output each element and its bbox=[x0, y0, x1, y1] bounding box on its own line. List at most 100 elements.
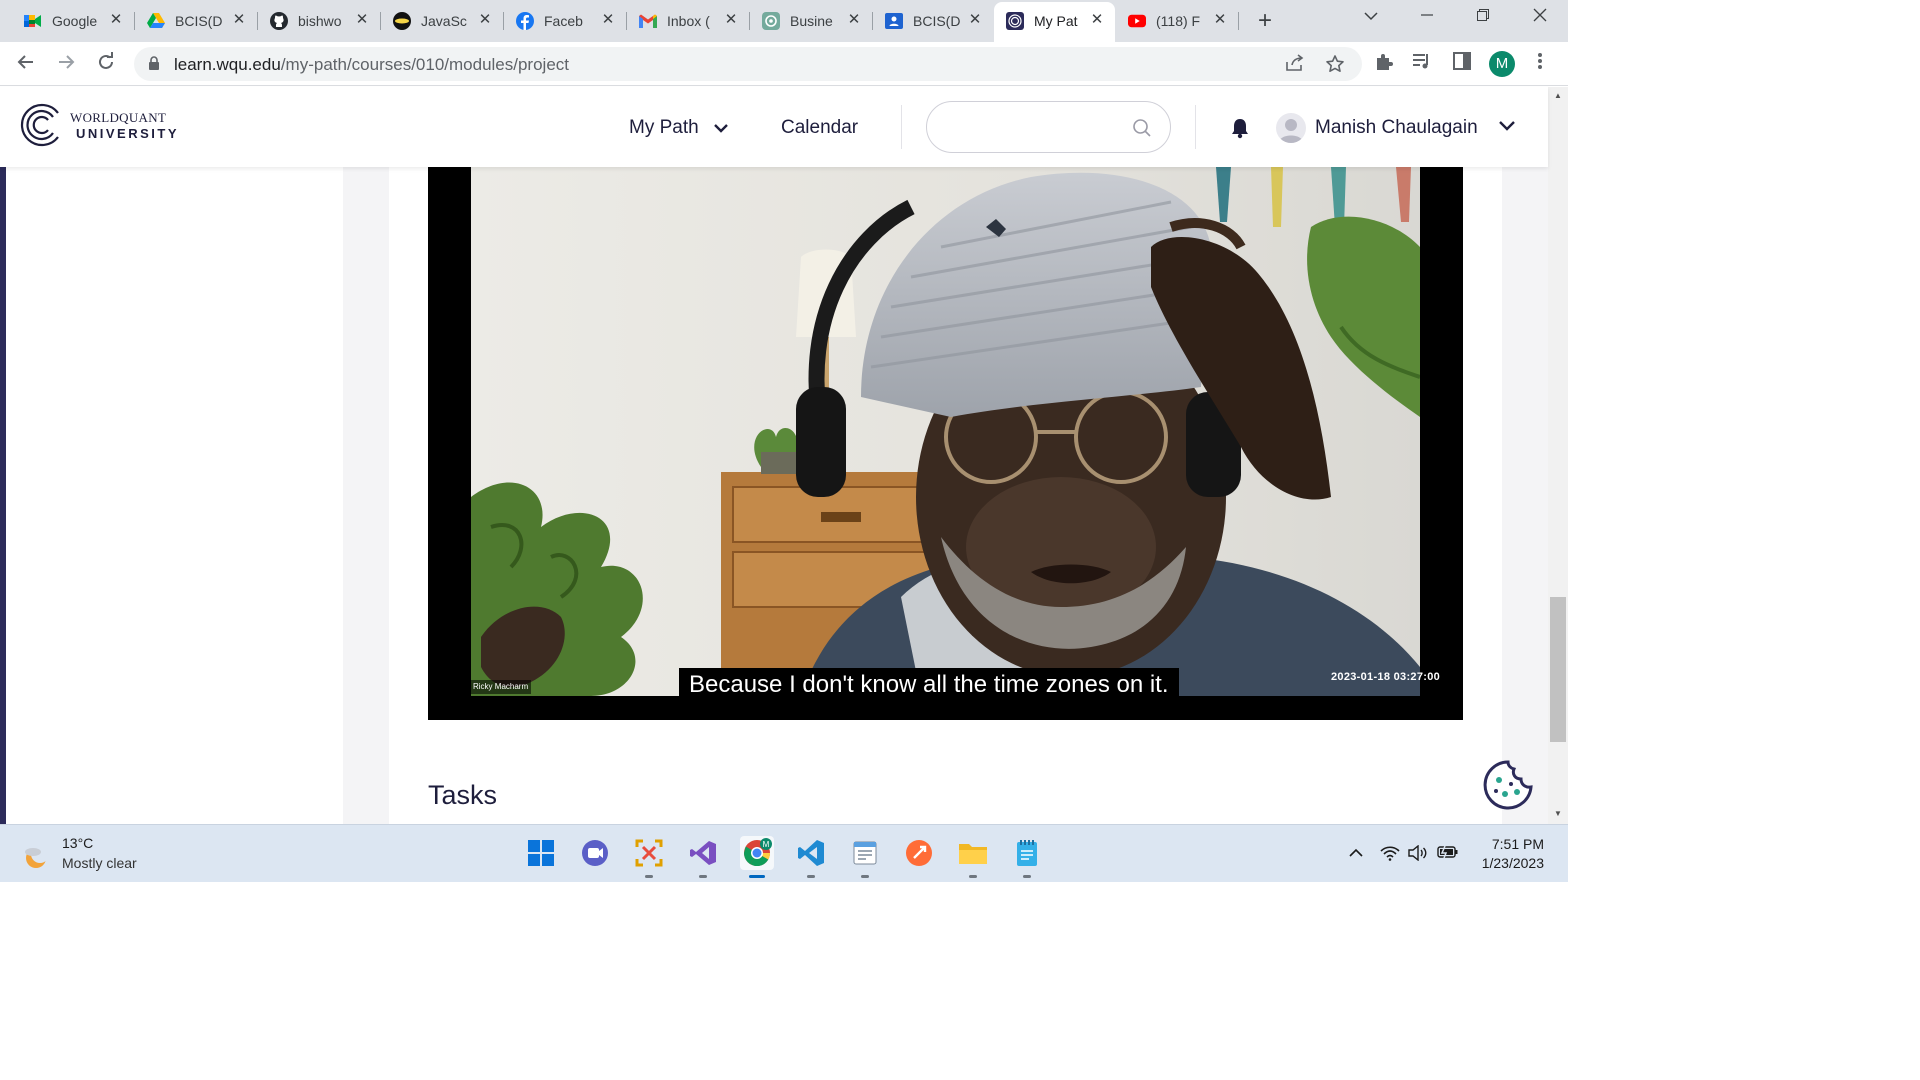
url-path: /my-path/courses/010/modules/project bbox=[280, 55, 570, 74]
tab-google-classroom[interactable]: BCIS(D ✕ bbox=[873, 6, 993, 36]
javascript-site-icon bbox=[393, 12, 411, 30]
tab-gmail[interactable]: Inbox ( ✕ bbox=[627, 6, 749, 36]
running-indicator bbox=[969, 875, 977, 878]
browser-toolbar: learn.wqu.edu/my-path/courses/010/module… bbox=[0, 42, 1568, 86]
scroll-down-arrow-icon[interactable]: ▼ bbox=[1553, 809, 1563, 818]
notepad-app-icon[interactable] bbox=[848, 836, 882, 878]
tab-title: My Pat bbox=[1034, 13, 1078, 29]
tab-separator bbox=[1238, 12, 1239, 30]
share-icon[interactable] bbox=[1284, 54, 1306, 76]
tab-javascript[interactable]: JavaSc ✕ bbox=[381, 6, 503, 36]
close-tab-icon[interactable]: ✕ bbox=[723, 12, 739, 28]
tab-my-path-active[interactable]: My Pat ✕ bbox=[994, 2, 1115, 42]
logo-line2: UNIVERSITY bbox=[76, 125, 180, 141]
google-drive-icon bbox=[147, 12, 165, 30]
tab-facebook[interactable]: Faceb ✕ bbox=[504, 6, 626, 36]
notepad-icon[interactable] bbox=[1010, 836, 1044, 878]
lock-icon[interactable] bbox=[148, 56, 160, 76]
running-indicator bbox=[1023, 875, 1031, 878]
windows-start-icon[interactable] bbox=[524, 836, 558, 870]
user-menu-chevron-icon[interactable] bbox=[1498, 119, 1516, 137]
back-button[interactable] bbox=[14, 52, 38, 76]
teams-chat-icon[interactable] bbox=[578, 836, 612, 870]
close-tab-icon[interactable]: ✕ bbox=[354, 12, 370, 28]
running-indicator bbox=[861, 875, 869, 878]
tab-title: Faceb bbox=[544, 13, 583, 29]
user-avatar[interactable] bbox=[1276, 113, 1306, 143]
scrollbar-thumb[interactable] bbox=[1550, 597, 1566, 742]
tab-github[interactable]: bishwo ✕ bbox=[258, 6, 380, 36]
close-tab-icon[interactable]: ✕ bbox=[967, 12, 983, 28]
tab-chatgpt[interactable]: Busine ✕ bbox=[750, 6, 872, 36]
close-tab-icon[interactable]: ✕ bbox=[1089, 12, 1105, 28]
video-player[interactable] bbox=[428, 167, 1463, 720]
restore-button[interactable] bbox=[1471, 8, 1495, 26]
nav-calendar[interactable]: Calendar bbox=[781, 117, 858, 139]
tab-search-chevron-icon[interactable] bbox=[1359, 8, 1383, 26]
close-tab-icon[interactable]: ✕ bbox=[846, 12, 862, 28]
show-hidden-icons-icon[interactable] bbox=[1346, 845, 1366, 865]
site-search-input[interactable] bbox=[945, 116, 1125, 140]
wifi-icon[interactable] bbox=[1380, 845, 1400, 865]
gmail-icon bbox=[639, 12, 657, 30]
svg-text:M: M bbox=[763, 840, 770, 849]
forward-button[interactable] bbox=[54, 52, 78, 76]
browser-profile-avatar[interactable]: M bbox=[1489, 51, 1515, 77]
vscode-icon[interactable] bbox=[794, 836, 828, 878]
new-tab-button[interactable]: + bbox=[1253, 9, 1277, 33]
tab-title: BCIS(D bbox=[175, 13, 223, 29]
url-text[interactable]: learn.wqu.edu/my-path/courses/010/module… bbox=[174, 55, 569, 75]
close-tab-icon[interactable]: ✕ bbox=[1212, 12, 1228, 28]
extensions-icon[interactable] bbox=[1372, 52, 1396, 76]
visual-studio-icon[interactable] bbox=[686, 836, 720, 878]
google-classroom-icon bbox=[885, 12, 903, 30]
video-still-image bbox=[471, 167, 1420, 696]
bookmark-star-icon[interactable] bbox=[1324, 54, 1346, 76]
video-timestamp: 2023-01-18 03:27:00 bbox=[1331, 671, 1441, 683]
tab-title: Inbox ( bbox=[667, 13, 710, 29]
active-indicator bbox=[749, 875, 765, 878]
site-search-box[interactable] bbox=[926, 101, 1171, 153]
github-icon bbox=[270, 12, 288, 30]
taskbar-clock[interactable]: 7:51 PM 1/23/2023 bbox=[1478, 835, 1544, 873]
close-tab-icon[interactable]: ✕ bbox=[600, 12, 616, 28]
notifications-bell-icon[interactable] bbox=[1230, 117, 1250, 144]
logo-wordmark: WORLDQUANT UNIVERSITY bbox=[70, 111, 179, 140]
browser-menu-icon[interactable] bbox=[1528, 52, 1552, 76]
tab-google-meet[interactable]: Google ✕ bbox=[12, 6, 134, 36]
volume-icon[interactable] bbox=[1408, 844, 1428, 865]
nav-my-path-label: My Path bbox=[629, 117, 699, 138]
logo-line1: WORLDQUANT bbox=[70, 109, 167, 125]
page-scrollbar[interactable]: ▲ ▼ bbox=[1548, 87, 1568, 824]
weather-widget[interactable]: 13°C Mostly clear bbox=[22, 835, 137, 871]
tab-title: Busine bbox=[790, 13, 833, 29]
address-bar[interactable]: learn.wqu.edu/my-path/courses/010/module… bbox=[134, 47, 1362, 81]
close-tab-icon[interactable]: ✕ bbox=[108, 12, 124, 28]
scroll-up-arrow-icon[interactable]: ▲ bbox=[1553, 91, 1563, 100]
nav-my-path[interactable]: My Path bbox=[629, 117, 729, 139]
tab-youtube[interactable]: (118) F ✕ bbox=[1116, 6, 1238, 36]
tab-google-drive[interactable]: BCIS(D ✕ bbox=[135, 6, 257, 36]
postman-icon[interactable] bbox=[902, 836, 936, 870]
tab-title: Google bbox=[52, 13, 98, 29]
reload-button[interactable] bbox=[94, 52, 118, 76]
close-window-button[interactable] bbox=[1528, 8, 1552, 27]
minimize-button[interactable] bbox=[1415, 8, 1439, 26]
wqu-logo[interactable]: WORLDQUANT UNIVERSITY bbox=[18, 99, 179, 151]
battery-charging-icon[interactable] bbox=[1437, 845, 1458, 865]
snipping-tool-icon[interactable] bbox=[632, 836, 666, 878]
tab-title: bishwo bbox=[298, 13, 342, 29]
search-icon[interactable] bbox=[1132, 118, 1152, 143]
browser-tab-strip: Google ✕ BCIS(D ✕ bishwo ✕ JavaSc ✕ Face… bbox=[0, 0, 1568, 42]
user-name[interactable]: Manish Chaulagain bbox=[1315, 117, 1478, 139]
close-tab-icon[interactable]: ✕ bbox=[477, 12, 493, 28]
chrome-icon[interactable]: M bbox=[740, 836, 774, 878]
side-panel-icon[interactable] bbox=[1450, 52, 1474, 76]
cookie-settings-icon[interactable] bbox=[1483, 760, 1533, 815]
close-tab-icon[interactable]: ✕ bbox=[231, 12, 247, 28]
media-control-icon[interactable] bbox=[1410, 52, 1434, 76]
chevron-down-icon bbox=[713, 117, 729, 139]
video-frame[interactable] bbox=[471, 167, 1420, 696]
header-divider bbox=[1195, 105, 1196, 149]
file-explorer-icon[interactable] bbox=[956, 836, 990, 878]
